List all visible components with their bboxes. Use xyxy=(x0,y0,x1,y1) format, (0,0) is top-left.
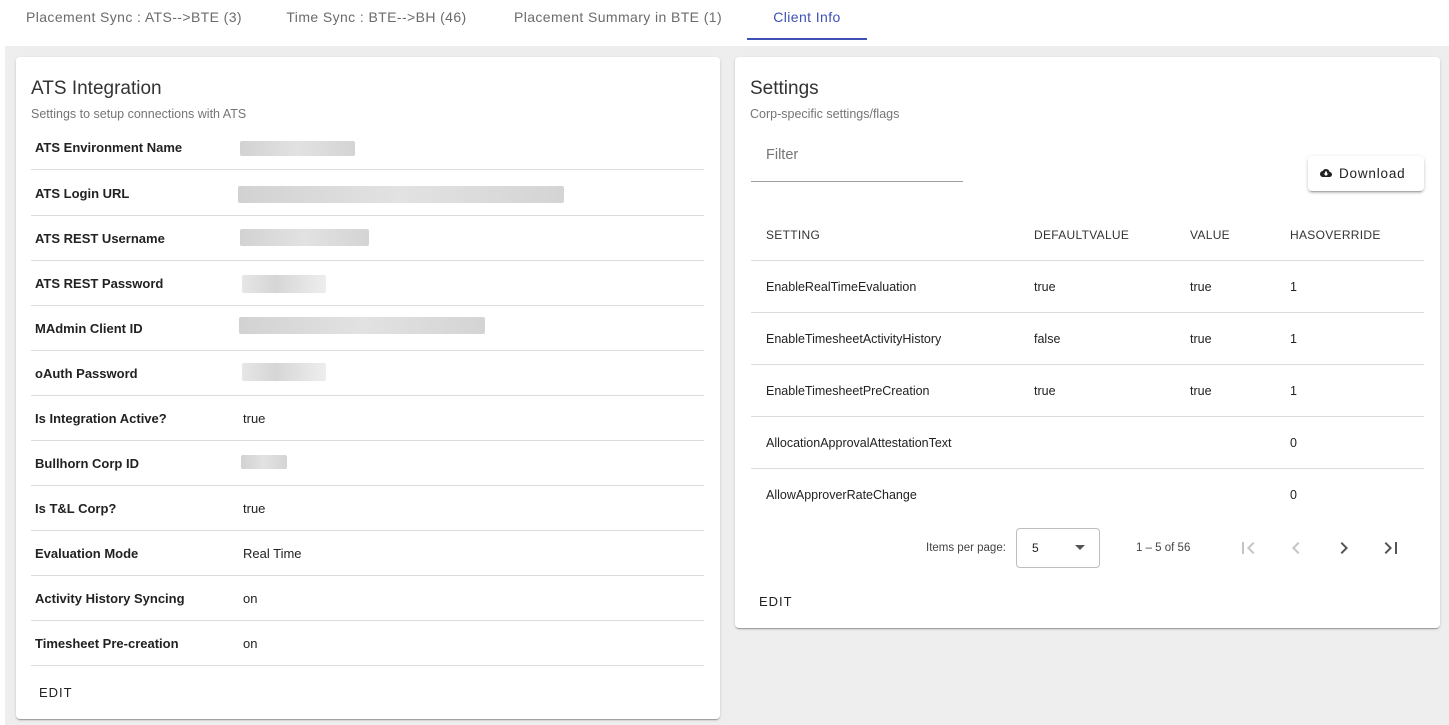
previous-page-button[interactable] xyxy=(1284,536,1308,560)
field-row-ats-rest-username: ATS REST Username xyxy=(31,216,704,261)
cell-setting: EnableRealTimeEvaluation xyxy=(766,280,917,294)
table-row[interactable]: AllocationApprovalAttestationText 0 xyxy=(751,417,1424,469)
cell-defaultvalue: false xyxy=(1034,332,1061,346)
download-button[interactable]: Download xyxy=(1308,156,1424,191)
table-row[interactable]: EnableTimesheetActivityHistory false tru… xyxy=(751,313,1424,365)
table-header-row: SETTING DEFAULTVALUE VALUE HASOVERRIDE xyxy=(751,209,1424,261)
last-page-button[interactable] xyxy=(1379,536,1403,560)
table-row[interactable]: AllowApproverRateChange 0 xyxy=(751,469,1424,521)
cell-hasoverride: 1 xyxy=(1290,280,1297,294)
field-label: Evaluation Mode xyxy=(35,546,139,561)
field-label: MAdmin Client ID xyxy=(35,321,143,336)
cloud-download-icon xyxy=(1320,169,1332,177)
column-header-setting[interactable]: SETTING xyxy=(766,209,820,261)
field-label: ATS Login URL xyxy=(35,186,130,201)
field-label: Is T&L Corp? xyxy=(35,501,117,516)
field-value: true xyxy=(243,501,266,516)
tab-placement-summary[interactable]: Placement Summary in BTE (1) xyxy=(500,0,736,41)
items-per-page-label: Items per page: xyxy=(926,542,1006,554)
field-value: on xyxy=(243,636,258,651)
previous-page-icon xyxy=(1292,542,1300,554)
ats-integration-subtitle: Settings to setup connections with ATS xyxy=(31,107,247,121)
redacted-value xyxy=(242,275,326,293)
active-tab-indicator xyxy=(747,38,867,40)
settings-title: Settings xyxy=(750,78,819,99)
field-label: ATS Environment Name xyxy=(35,140,183,155)
column-header-value[interactable]: VALUE xyxy=(1190,209,1230,261)
cell-hasoverride: 1 xyxy=(1290,384,1297,398)
settings-table: SETTING DEFAULTVALUE VALUE HASOVERRIDE E… xyxy=(751,209,1424,521)
settings-card: Settings Corp-specific settings/flags Do… xyxy=(735,57,1440,628)
cell-defaultvalue: true xyxy=(1034,280,1056,294)
cell-setting: AllowApproverRateChange xyxy=(766,488,917,502)
settings-edit-button[interactable]: EDIT xyxy=(759,594,793,609)
cell-value: true xyxy=(1190,280,1212,294)
paginator: Items per page: 5 1 – 5 of 56 xyxy=(751,525,1424,571)
cell-defaultvalue: true xyxy=(1034,384,1056,398)
tab-time-sync[interactable]: Time Sync : BTE-->BH (46) xyxy=(274,0,479,41)
field-label: Timesheet Pre-creation xyxy=(35,636,179,651)
redacted-value xyxy=(239,317,485,334)
download-label: Download xyxy=(1339,166,1406,181)
tab-bar: Placement Sync : ATS-->BTE (3) Time Sync… xyxy=(0,0,1449,46)
field-value: true xyxy=(243,411,266,426)
page-size-select[interactable]: 5 xyxy=(1016,528,1100,568)
tab-placement-sync[interactable]: Placement Sync : ATS-->BTE (3) xyxy=(14,0,254,41)
column-header-hasoverride[interactable]: HASOVERRIDE xyxy=(1290,209,1381,261)
field-label: ATS REST Username xyxy=(35,231,165,246)
cell-setting: AllocationApprovalAttestationText xyxy=(766,436,952,450)
column-header-defaultvalue[interactable]: DEFAULTVALUE xyxy=(1034,209,1129,261)
field-label: Bullhorn Corp ID xyxy=(35,456,139,471)
field-row-oauth-password: oAuth Password xyxy=(31,351,704,396)
dropdown-arrow-icon xyxy=(1075,545,1085,550)
first-page-button[interactable] xyxy=(1236,536,1260,560)
table-row[interactable]: EnableTimesheetPreCreation true true 1 xyxy=(751,365,1424,417)
ats-edit-button[interactable]: EDIT xyxy=(39,685,73,700)
next-page-button[interactable] xyxy=(1332,536,1356,560)
filter-input[interactable] xyxy=(751,135,963,175)
field-value: Real Time xyxy=(243,546,302,561)
settings-subtitle: Corp-specific settings/flags xyxy=(750,107,900,121)
field-value: on xyxy=(243,591,258,606)
redacted-value xyxy=(238,186,564,203)
field-row-madmin-client-id: MAdmin Client ID xyxy=(31,306,704,351)
redacted-value xyxy=(241,455,287,469)
cell-hasoverride: 0 xyxy=(1290,436,1297,450)
field-row-evaluation-mode: Evaluation Mode Real Time xyxy=(31,531,704,576)
cell-value: true xyxy=(1190,332,1212,346)
field-row-ats-login-url: ATS Login URL xyxy=(31,171,704,216)
cell-value: true xyxy=(1190,384,1212,398)
redacted-value xyxy=(240,141,355,156)
first-page-icon xyxy=(1242,542,1255,554)
table-row[interactable]: EnableRealTimeEvaluation true true 1 xyxy=(751,261,1424,313)
field-label: oAuth Password xyxy=(35,366,138,381)
cell-hasoverride: 0 xyxy=(1290,488,1297,502)
filter-field xyxy=(751,135,963,182)
ats-integration-title: ATS Integration xyxy=(31,78,162,99)
cell-setting: EnableTimesheetPreCreation xyxy=(766,384,930,398)
redacted-value xyxy=(240,229,369,246)
last-page-icon xyxy=(1384,542,1397,554)
tab-client-info[interactable]: Client Info xyxy=(747,0,867,41)
field-row-ats-rest-password: ATS REST Password xyxy=(31,261,704,306)
page-size-value: 5 xyxy=(1032,541,1039,555)
field-row-bullhorn-corp-id: Bullhorn Corp ID xyxy=(31,441,704,486)
ats-integration-card: ATS Integration Settings to setup connec… xyxy=(16,57,720,719)
field-row-timesheet-pre-creation: Timesheet Pre-creation on xyxy=(31,621,704,666)
page-range-label: 1 – 5 of 56 xyxy=(1136,542,1191,554)
field-row-is-tl-corp: Is T&L Corp? true xyxy=(31,486,704,531)
redacted-value xyxy=(242,363,326,381)
field-row-activity-history-syncing: Activity History Syncing on xyxy=(31,576,704,621)
field-label: ATS REST Password xyxy=(35,276,164,291)
cell-setting: EnableTimesheetActivityHistory xyxy=(766,332,942,346)
cell-hasoverride: 1 xyxy=(1290,332,1297,346)
field-row-ats-environment-name: ATS Environment Name xyxy=(31,125,704,170)
field-label: Activity History Syncing xyxy=(35,591,185,606)
next-page-icon xyxy=(1340,542,1348,554)
field-label: Is Integration Active? xyxy=(35,411,167,426)
field-row-is-integration-active: Is Integration Active? true xyxy=(31,396,704,441)
